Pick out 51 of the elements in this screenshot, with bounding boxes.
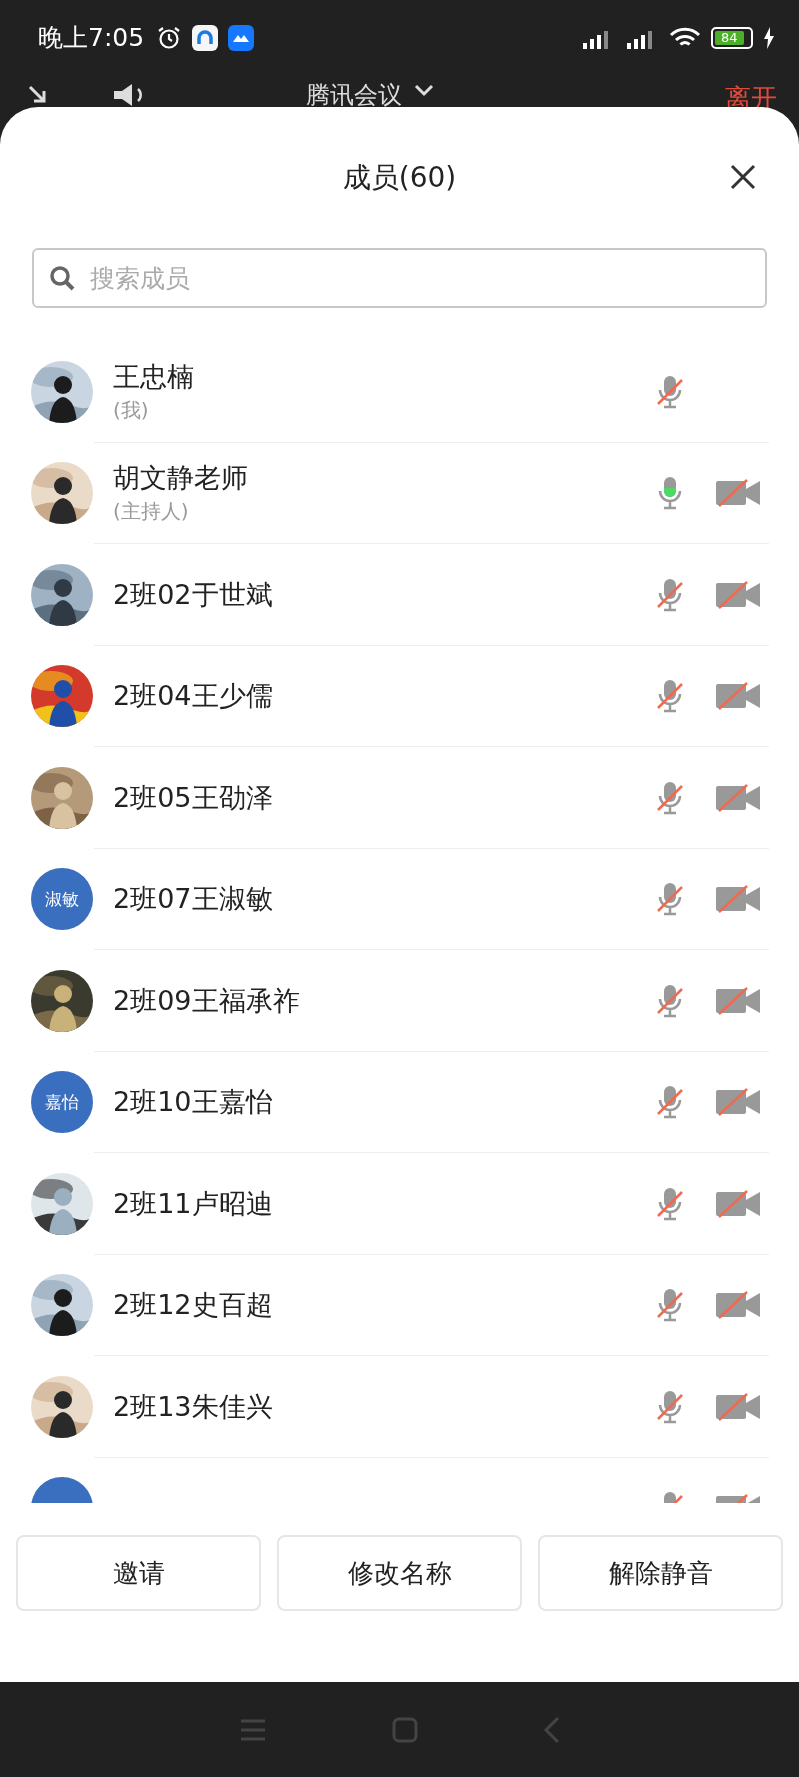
app-icon: [228, 24, 255, 51]
member-role: (我): [113, 396, 150, 424]
mic-muted-icon[interactable]: [655, 983, 685, 1018]
member-name: 2班13朱佳兴: [113, 1389, 274, 1424]
member-name: 2班11卢昭迪: [113, 1186, 274, 1221]
member-name: 2班04王少儒: [113, 679, 274, 714]
camera-off-icon[interactable]: [715, 782, 761, 813]
battery-icon: 84: [711, 26, 753, 49]
action-button[interactable]: 邀请: [16, 1535, 261, 1611]
app-icon: [192, 24, 219, 51]
camera-off-icon[interactable]: [715, 579, 761, 610]
member-name: 胡文静老师: [113, 461, 249, 496]
avatar: 淑敏: [31, 868, 93, 931]
search-field[interactable]: 搜索成员: [32, 248, 767, 308]
camera-off-icon[interactable]: [715, 884, 761, 915]
camera-off-icon[interactable]: [715, 1391, 761, 1422]
member-name: 2班10王嘉怡: [113, 1085, 274, 1120]
search-icon: [48, 264, 76, 292]
chevron-down-icon[interactable]: [414, 83, 434, 97]
camera-off-icon[interactable]: [715, 985, 761, 1016]
camera-off-icon[interactable]: [715, 1290, 761, 1321]
back-icon[interactable]: [542, 1715, 561, 1744]
camera-off-icon[interactable]: [715, 1087, 761, 1118]
status-time: 晚上7:05: [38, 22, 145, 54]
mic-muted-icon[interactable]: [655, 1186, 685, 1221]
mic-muted-icon[interactable]: [655, 882, 685, 917]
member-name: 2班05王劭泽: [113, 780, 274, 815]
home-icon[interactable]: [391, 1716, 418, 1743]
member-name: 2班09王福承祚: [113, 983, 301, 1018]
mic-muted-icon[interactable]: [655, 374, 685, 409]
camera-off-icon[interactable]: [715, 681, 761, 712]
panel-title: 成员(60): [342, 159, 457, 196]
action-button[interactable]: 修改名称: [277, 1535, 522, 1611]
member-name: 2班12史百超: [113, 1288, 274, 1323]
meeting-title[interactable]: 腾讯会议: [306, 83, 402, 107]
mic-muted-icon[interactable]: [655, 1085, 685, 1120]
menu-icon[interactable]: [238, 1717, 267, 1742]
member-name: 2班07王淑敏: [113, 882, 274, 917]
action-button[interactable]: 解除静音: [538, 1535, 783, 1611]
mic-muted-icon[interactable]: [655, 577, 685, 612]
mic-muted-icon[interactable]: [655, 1389, 685, 1424]
member-name: 王忠楠: [113, 359, 195, 394]
mic-muted-icon[interactable]: [655, 1288, 685, 1323]
mic-muted-icon[interactable]: [655, 780, 685, 815]
avatar: 嘉怡: [31, 1071, 93, 1134]
camera-off-icon[interactable]: [715, 478, 761, 509]
close-icon[interactable]: [729, 163, 757, 191]
member-role: (主持人): [113, 498, 190, 526]
camera-off-icon[interactable]: [715, 1188, 761, 1219]
mic-muted-icon[interactable]: [655, 679, 685, 714]
member-name: 2班02于世斌: [113, 577, 274, 612]
